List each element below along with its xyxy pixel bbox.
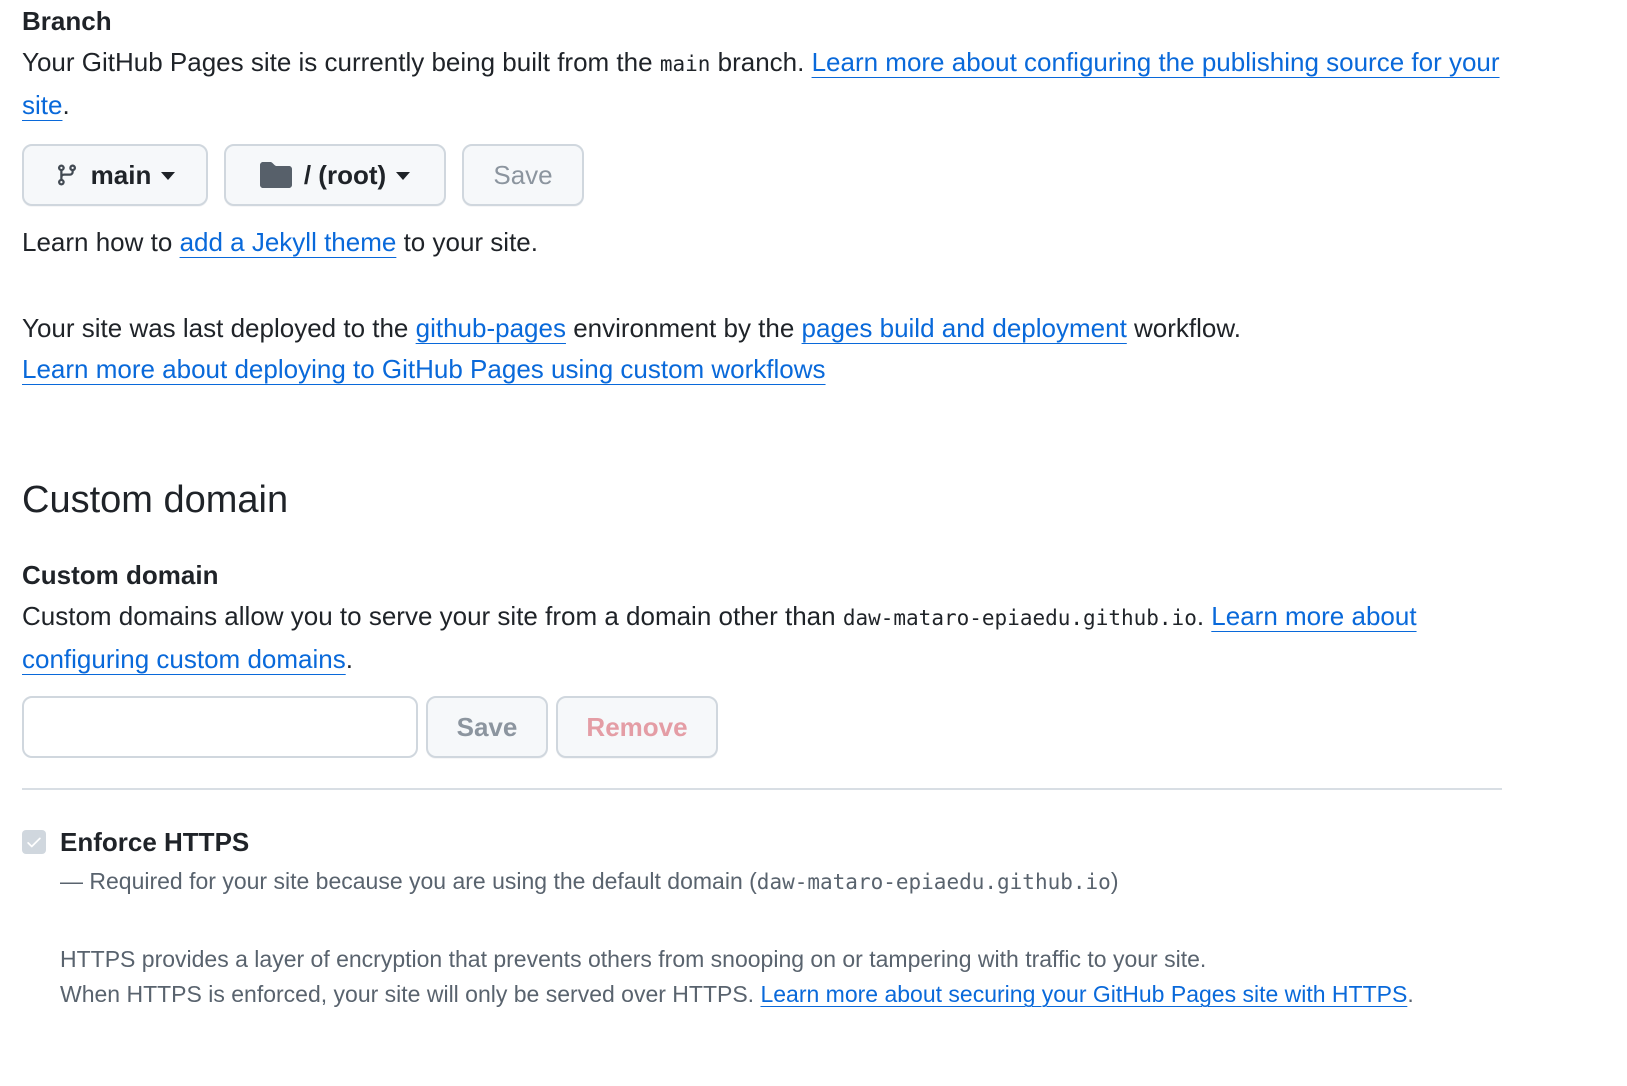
folder-select-label: / (root)	[303, 159, 387, 190]
branch-desc-suffix: branch.	[710, 47, 812, 77]
branch-code: main	[659, 52, 711, 76]
https-info-line-1: HTTPS provides a layer of encryption tha…	[60, 946, 1207, 972]
branch-save-label: Save	[493, 159, 553, 190]
deploy-middle: environment by the	[565, 313, 802, 343]
enforce-https-label: Enforce HTTPS	[60, 826, 250, 857]
deploy-suffix: workflow.	[1126, 313, 1241, 343]
custom-domain-input[interactable]	[22, 696, 418, 758]
branch-description: Your GitHub Pages site is currently bein…	[22, 42, 1512, 126]
custom-domain-desc-sep: .	[1196, 601, 1212, 631]
branch-desc-prefix: Your GitHub Pages site is currently bein…	[22, 47, 660, 77]
branch-desc-end: .	[62, 90, 70, 120]
https-info-prefix: When HTTPS is enforced, your site will o…	[60, 981, 761, 1007]
pages-settings-panel: Branch Your GitHub Pages site is current…	[22, 0, 1582, 1012]
custom-domain-desc-prefix: Custom domains allow you to serve your s…	[22, 601, 843, 631]
folder-icon	[259, 162, 292, 188]
github-pages-environment-link[interactable]: github-pages	[416, 313, 566, 343]
chevron-down-icon	[396, 172, 411, 180]
custom-domain-remove-label: Remove	[586, 711, 688, 742]
https-required-domain: daw-mataro-epiaedu.github.io	[756, 870, 1111, 894]
custom-domain-save-button[interactable]: Save	[426, 696, 548, 758]
custom-domain-label: Custom domain	[22, 560, 219, 590]
https-securing-link[interactable]: Learn more about securing your GitHub Pa…	[760, 981, 1407, 1007]
https-required-suffix: )	[1110, 868, 1119, 894]
branch-select-button[interactable]: main	[22, 144, 208, 206]
branch-save-button[interactable]: Save	[462, 144, 584, 206]
jekyll-theme-link[interactable]: add a Jekyll theme	[180, 227, 397, 257]
branch-label: Branch	[22, 6, 112, 36]
section-divider	[22, 788, 1502, 790]
custom-domain-section: Custom domain Custom domain Custom domai…	[22, 476, 1582, 790]
https-info-line-2: When HTTPS is enforced, your site will o…	[60, 977, 1582, 1012]
https-info-end: .	[1407, 981, 1414, 1007]
enforce-https-row: Enforce HTTPS	[22, 826, 1582, 858]
branch-select-label: main	[90, 159, 152, 190]
chevron-down-icon	[161, 172, 176, 180]
custom-domain-controls: Save Remove	[22, 696, 1582, 758]
checkmark-icon	[27, 837, 41, 848]
branch-section: Branch Your GitHub Pages site is current…	[22, 0, 1582, 263]
custom-domain-desc-end: .	[345, 644, 353, 674]
jekyll-prefix: Learn how to	[22, 227, 180, 257]
git-branch-icon	[55, 161, 79, 189]
enforce-https-section: Enforce HTTPS — Required for your site b…	[22, 826, 1582, 1012]
https-required-note: — Required for your site because you are…	[60, 864, 1582, 900]
deploy-prefix: Your site was last deployed to the	[22, 313, 416, 343]
folder-select-button[interactable]: / (root)	[224, 144, 446, 206]
custom-domain-description: Custom domains allow you to serve your s…	[22, 596, 1512, 680]
custom-domain-remove-button[interactable]: Remove	[556, 696, 718, 758]
custom-workflows-text: Learn more about deploying to GitHub Pag…	[22, 349, 1582, 390]
jekyll-theme-text: Learn how to add a Jekyll theme to your …	[22, 222, 1582, 263]
custom-domain-save-label: Save	[456, 711, 518, 742]
custom-workflows-link[interactable]: Learn more about deploying to GitHub Pag…	[22, 354, 826, 384]
default-domain-code: daw-mataro-epiaedu.github.io	[842, 606, 1197, 630]
https-info: HTTPS provides a layer of encryption tha…	[60, 942, 1582, 1012]
https-required-prefix: — Required for your site because you are…	[60, 868, 757, 894]
branch-controls: main / (root) Save	[22, 144, 1582, 206]
jekyll-suffix: to your site.	[396, 227, 538, 257]
custom-domain-section-title: Custom domain	[22, 479, 289, 521]
deployment-info: Your site was last deployed to the githu…	[22, 308, 1582, 390]
enforce-https-checkbox[interactable]	[22, 830, 46, 854]
workflow-link[interactable]: pages build and deployment	[802, 313, 1127, 343]
deployment-text: Your site was last deployed to the githu…	[22, 308, 1582, 349]
